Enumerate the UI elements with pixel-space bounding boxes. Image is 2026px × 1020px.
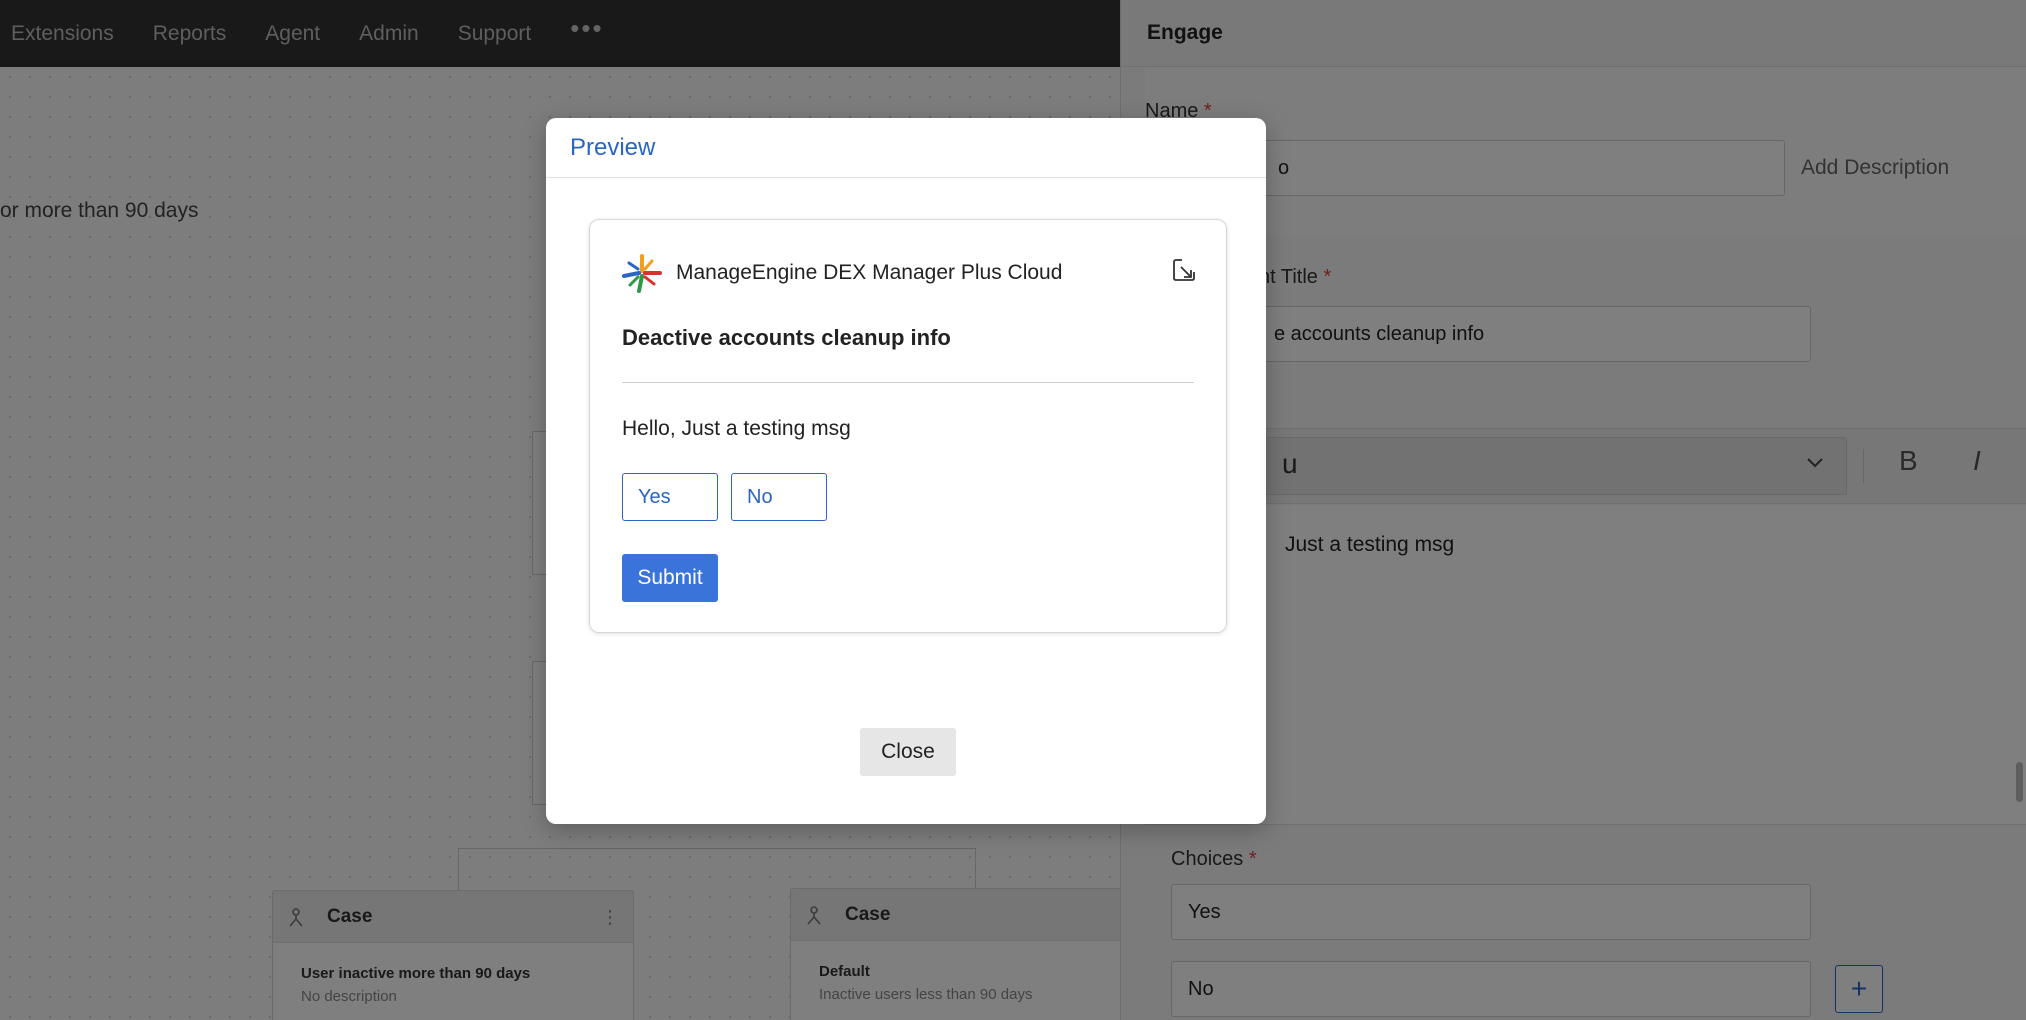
choice-no-button[interactable]: No bbox=[731, 473, 827, 521]
notification-app-name: ManageEngine DEX Manager Plus Cloud bbox=[676, 261, 1063, 284]
modal-title: Preview bbox=[570, 133, 656, 161]
close-button[interactable]: Close bbox=[860, 728, 956, 776]
preview-modal: Preview ManageEngine DEX Manager Plus Cl… bbox=[546, 118, 1266, 824]
notification-preview-card: ManageEngine DEX Manager Plus Cloud Deac… bbox=[589, 219, 1227, 633]
modal-header: Preview bbox=[546, 118, 1266, 178]
expand-arrow-icon[interactable] bbox=[1172, 258, 1196, 287]
choice-yes-button[interactable]: Yes bbox=[622, 473, 718, 521]
notification-message: Hello, Just a testing msg bbox=[622, 417, 851, 440]
submit-button[interactable]: Submit bbox=[622, 554, 718, 602]
notification-subject: Deactive accounts cleanup info bbox=[622, 325, 951, 350]
manageengine-logo-icon bbox=[621, 252, 663, 294]
notification-divider bbox=[622, 382, 1194, 383]
